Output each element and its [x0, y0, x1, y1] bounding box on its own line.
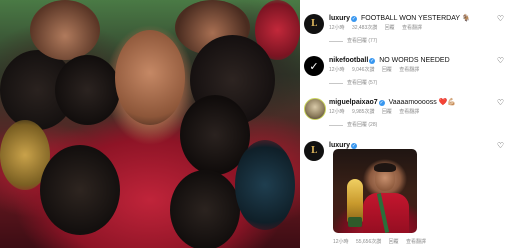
comment-body: nikefootball ✓ NO WORDS NEEDED 12小時 9,046… [329, 56, 507, 87]
reply-button[interactable]: 回覆 [382, 67, 392, 73]
comment-meta: 12小時 9,046次讚 回覆 查看翻譯 [329, 67, 507, 74]
comment-likes[interactable]: 9,985次讚 [352, 109, 375, 115]
comment-username[interactable]: luxury [329, 15, 350, 22]
post-photo[interactable] [0, 0, 300, 248]
avatar[interactable]: L [304, 14, 324, 34]
photo-region [170, 170, 240, 248]
like-heart-icon[interactable]: ♡ [497, 14, 504, 23]
comment-time: 12小時 [329, 25, 345, 31]
nike-swoosh-icon: ✓ [309, 60, 319, 73]
translate-button[interactable]: 查看翻譯 [406, 239, 426, 245]
comment-likes[interactable]: 32,483次讚 [352, 25, 377, 31]
comment-time: 12小時 [329, 67, 345, 73]
like-heart-icon[interactable]: ♡ [497, 56, 504, 65]
like-heart-icon[interactable]: ♡ [497, 98, 504, 107]
verified-badge-icon: ✓ [351, 16, 358, 22]
comment-meta: 12小時 32,483次讚 回覆 查看翻譯 [329, 25, 507, 32]
comment-line: miguelpaixao7 ✓ Vaaaamooooss ❤️💪🏼 [329, 98, 507, 107]
comment-text: FOOTBALL WON YESTERDAY 🐐 [360, 15, 471, 22]
comment-image[interactable] [333, 149, 417, 233]
comment-username[interactable]: luxury [329, 142, 350, 149]
comment-text: Vaaaamooooss ❤️💪🏼 [388, 99, 457, 106]
comment-likes[interactable]: 9,046次讚 [352, 67, 375, 73]
comment-username[interactable]: nikefootball [329, 57, 368, 64]
view-replies-label: 查看回覆 (77) [347, 38, 378, 44]
reply-button[interactable]: 回覆 [389, 239, 399, 245]
photo-region [115, 30, 185, 125]
reply-button[interactable]: 回覆 [382, 109, 392, 115]
comment-text: NO WORDS NEEDED [379, 57, 450, 64]
verified-badge-icon: ✓ [378, 100, 385, 106]
avatar[interactable]: ✓ [304, 56, 324, 76]
divider [329, 125, 343, 126]
comment-line: nikefootball ✓ NO WORDS NEEDED [329, 56, 507, 65]
verified-badge-icon: ✓ [369, 58, 376, 64]
avatar-initial: L [310, 146, 318, 156]
comment-time: 12小時 [333, 239, 349, 245]
comment-body: luxury ✓ FOOTBALL WON YESTERDAY 🐐 12小時 32… [329, 14, 507, 45]
photo-region [235, 140, 295, 230]
comment-username[interactable]: miguelpaixao7 [329, 99, 378, 106]
translate-button[interactable]: 查看翻譯 [399, 109, 419, 115]
comment-body: miguelpaixao7 ✓ Vaaaamooooss ❤️💪🏼 12小時 9,… [329, 98, 507, 129]
divider [329, 83, 343, 84]
view-replies-button[interactable]: 查看回覆 (57) [329, 80, 507, 87]
photo-region [30, 0, 100, 60]
image-region [374, 163, 396, 172]
view-replies-label: 查看回覆 (57) [347, 80, 378, 86]
divider [329, 41, 343, 42]
translate-button[interactable]: 查看翻譯 [399, 67, 419, 73]
comment-meta: 12小時 55,656次讚 回覆 查看翻譯 [333, 239, 432, 246]
like-heart-icon[interactable]: ♡ [497, 141, 504, 150]
view-replies-button[interactable]: 查看回覆 (28) [329, 122, 507, 129]
comments-panel[interactable]: L luxury ✓ FOOTBALL WON YESTERDAY 🐐 12小時 … [300, 0, 512, 248]
view-replies-button[interactable]: 查看回覆 (77) [329, 38, 507, 45]
comment-line: luxury ✓ FOOTBALL WON YESTERDAY 🐐 [329, 14, 507, 23]
avatar[interactable]: L [304, 141, 324, 161]
comment-time: 12小時 [329, 109, 345, 115]
avatar-initial: L [310, 19, 318, 29]
photo-region [40, 145, 120, 235]
translate-button[interactable]: 查看翻譯 [402, 25, 422, 31]
photo-region [55, 55, 120, 125]
avatar[interactable] [304, 98, 326, 120]
image-region [348, 217, 362, 227]
comment-meta: 12小時 9,985次讚 回覆 查看翻譯 [329, 109, 507, 116]
view-replies-label: 查看回覆 (28) [347, 122, 378, 128]
comment-likes[interactable]: 55,656次讚 [356, 239, 381, 245]
reply-button[interactable]: 回覆 [385, 25, 395, 31]
